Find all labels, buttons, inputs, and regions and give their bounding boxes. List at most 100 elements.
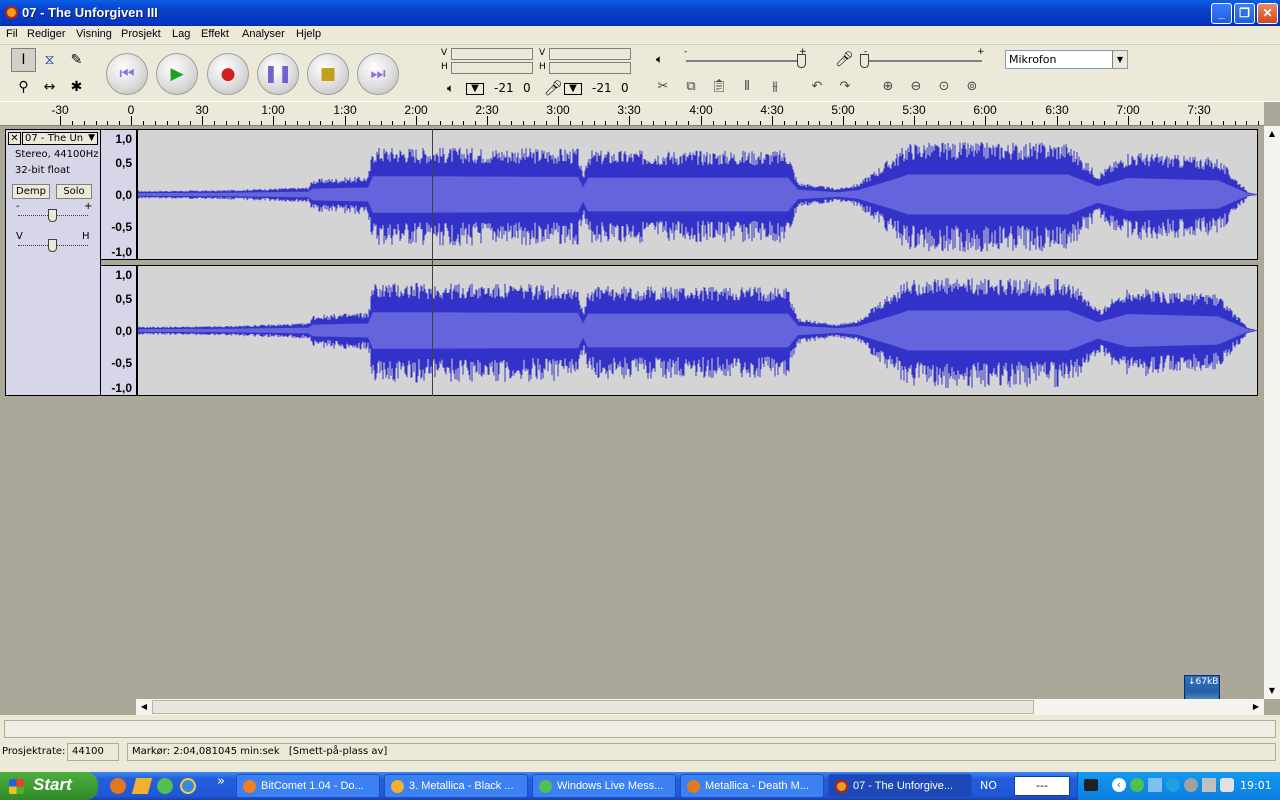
input-volume-thumb[interactable] — [860, 54, 869, 68]
pan-slider-thumb[interactable] — [48, 239, 57, 252]
output-volume-thumb[interactable] — [797, 54, 806, 68]
menu-visning[interactable]: Visning — [76, 28, 112, 40]
fit-selection-button[interactable]: ⊙ — [932, 76, 956, 98]
firefox-icon — [687, 780, 700, 793]
record-button[interactable]: ● — [207, 53, 249, 95]
ruler-minor-tick — [463, 121, 464, 125]
fit-project-button[interactable]: ⊚ — [960, 76, 984, 98]
printer-tray-icon[interactable] — [1220, 778, 1234, 792]
status-area: Prosjektrate: 44100 Markør: 2:04,081045 … — [0, 715, 1280, 772]
ruler-minor-tick — [1069, 121, 1070, 125]
ruler-minor-tick — [570, 121, 571, 125]
wireless-icon[interactable] — [1148, 778, 1162, 792]
microphone-icon: 🎤︎ — [544, 79, 564, 97]
pause-button[interactable]: ❚❚ — [257, 53, 299, 95]
task-bitcomet[interactable]: BitComet 1.04 - Do... — [236, 774, 380, 798]
bluetooth-icon[interactable] — [1166, 778, 1180, 792]
output-meter-h-label: H — [441, 62, 448, 72]
ruler-minor-tick — [1009, 121, 1010, 125]
maximize-button[interactable]: ❐ — [1234, 3, 1255, 24]
solo-button[interactable]: Solo — [56, 184, 92, 199]
trim-button[interactable]: ⫴ — [735, 76, 759, 98]
quicklaunch-chevron[interactable]: » — [217, 774, 225, 789]
silence-button[interactable]: ⫵ — [763, 76, 787, 98]
ruler-tick — [1057, 116, 1058, 125]
timeline-ruler[interactable]: -30 0 30 1:00 1:30 2:00 2:30 3:00 3:30 4:00 4:30 5:… — [0, 102, 1264, 126]
window-title: 07 - The Unforgiven III — [22, 5, 158, 20]
paste-button[interactable]: 📋︎ — [707, 76, 731, 98]
play-button[interactable]: ▶ — [156, 53, 198, 95]
input-meter-menu[interactable]: ▼ — [564, 83, 582, 95]
input-meter-db: -21 — [592, 81, 612, 95]
track-name-menu[interactable]: 07 - The Un ▼ — [22, 132, 98, 145]
menu-analyser[interactable]: Analyser — [242, 28, 285, 40]
minimize-button[interactable]: _ — [1211, 3, 1232, 24]
ruler-label: 0 — [127, 103, 135, 117]
scroll-right-icon[interactable]: ▶ — [1248, 699, 1264, 715]
system-tray: ‹ 19:01 — [1077, 772, 1280, 800]
scroll-down-icon[interactable]: ▼ — [1264, 683, 1280, 699]
waveform-channel-left[interactable] — [137, 129, 1258, 260]
multi-tool-button[interactable]: ✱ — [64, 75, 89, 99]
menu-prosjekt[interactable]: Prosjekt — [121, 28, 161, 40]
horizontal-scrollbar[interactable]: ◀ ▶ — [136, 699, 1264, 715]
draw-tool-button[interactable]: ✎ — [64, 48, 89, 72]
bitcomet-quicklaunch-icon[interactable] — [131, 778, 153, 794]
ruler-minor-tick — [1258, 121, 1259, 125]
skip-start-button[interactable]: ⏮ — [106, 53, 148, 95]
task-firefox-metallica[interactable]: Metallica - Death M... — [680, 774, 824, 798]
start-button[interactable]: Start — [0, 772, 98, 800]
output-volume-slider[interactable] — [686, 60, 804, 62]
messenger-quicklaunch-icon[interactable] — [157, 778, 173, 794]
firefox-quicklaunch-icon[interactable] — [110, 778, 126, 794]
mute-button[interactable]: Demp — [12, 184, 50, 199]
ruler-minor-tick — [155, 121, 156, 125]
copy-button[interactable]: ⧉ — [679, 76, 703, 98]
gain-slider-thumb[interactable] — [48, 209, 57, 222]
scroll-up-icon[interactable]: ▲ — [1264, 126, 1280, 142]
zoom-in-button[interactable]: ⊕ — [876, 76, 900, 98]
waveform-channel-right[interactable] — [137, 265, 1258, 396]
menu-rediger[interactable]: Rediger — [27, 28, 66, 40]
input-source-select[interactable]: Mikrofon ▼ — [1005, 50, 1128, 69]
horizontal-scroll-thumb[interactable] — [152, 700, 1034, 714]
taskbar-input-field[interactable]: --- — [1014, 776, 1070, 796]
task-audacity[interactable]: 07 - The Unforgive... — [828, 774, 972, 798]
stop-button[interactable]: ■ — [307, 53, 349, 95]
close-button[interactable]: ✕ — [1257, 3, 1278, 24]
select-tool-button[interactable]: I — [11, 48, 36, 72]
menu-lag[interactable]: Lag — [172, 28, 190, 40]
tray-collapse-icon[interactable]: ‹ — [1112, 778, 1126, 792]
zoom-tool-button[interactable]: ⚲ — [11, 75, 36, 99]
menu-effekt[interactable]: Effekt — [201, 28, 229, 40]
task-metallica-black[interactable]: 3. Metallica - Black ... — [384, 774, 528, 798]
ruler-label: 1:30 — [333, 103, 357, 117]
menu-hjelp[interactable]: Hjelp — [296, 28, 321, 40]
messenger-tray-icon[interactable] — [1130, 778, 1144, 792]
output-meter-menu[interactable]: ▼ — [466, 83, 484, 95]
menu-fil[interactable]: Fil — [6, 28, 18, 40]
track-close-button[interactable]: ✕ — [8, 132, 21, 145]
scroll-left-icon[interactable]: ◀ — [136, 699, 152, 715]
project-rate-field[interactable]: 44100 — [67, 743, 119, 761]
power-icon[interactable] — [1084, 779, 1098, 791]
ruler-minor-tick — [475, 121, 476, 125]
network-tray-icon[interactable] — [1202, 778, 1216, 792]
ruler-minor-tick — [167, 121, 168, 125]
redo-button[interactable]: ↷ — [833, 76, 857, 98]
task-windows-live-messenger[interactable]: Windows Live Mess... — [532, 774, 676, 798]
skip-end-button[interactable]: ⏭ — [357, 53, 399, 95]
vertical-scrollbar[interactable]: ▲ ▼ — [1264, 126, 1280, 699]
zoom-out-button[interactable]: ⊖ — [904, 76, 928, 98]
ie-quicklaunch-icon[interactable] — [180, 778, 196, 794]
chevron-down-icon[interactable]: ▼ — [1112, 51, 1127, 68]
input-volume-slider[interactable] — [864, 60, 982, 62]
ruler-tick — [487, 116, 488, 125]
cut-button[interactable]: ✂ — [651, 76, 675, 98]
volume-tray-icon[interactable] — [1184, 778, 1198, 792]
language-indicator[interactable]: NO — [980, 779, 997, 792]
zoom-in-icon: ⊕ — [882, 79, 894, 94]
undo-button[interactable]: ↶ — [805, 76, 829, 98]
envelope-tool-button[interactable]: ⧖ — [37, 48, 62, 72]
timeshift-tool-button[interactable]: ↔ — [37, 75, 62, 99]
